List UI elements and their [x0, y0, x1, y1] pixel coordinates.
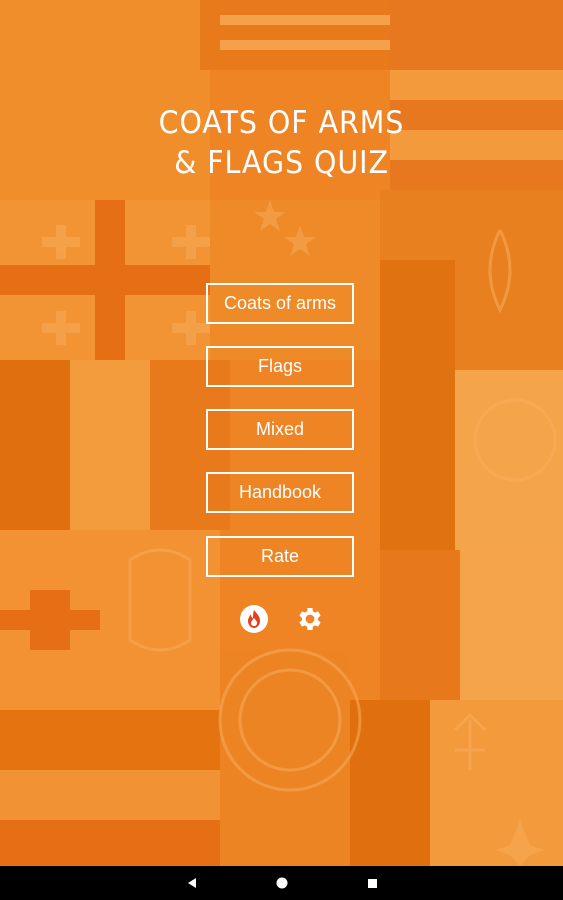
recents-button[interactable] — [352, 866, 392, 900]
settings-button[interactable] — [293, 602, 327, 636]
flame-button[interactable] — [237, 602, 271, 636]
rate-button[interactable]: Rate — [206, 536, 354, 577]
handbook-button[interactable]: Handbook — [206, 472, 354, 513]
home-circle-icon — [276, 877, 288, 889]
gear-icon — [299, 608, 321, 630]
back-button[interactable] — [172, 866, 212, 900]
home-button[interactable] — [262, 866, 302, 900]
coats-of-arms-button[interactable]: Coats of arms — [206, 283, 354, 324]
system-navigation-bar — [0, 866, 563, 900]
app-title-line1: COATS OF ARMS — [158, 105, 405, 141]
back-triangle-icon — [188, 878, 196, 888]
app-title-line2: & FLAGS QUIZ — [174, 145, 389, 181]
flags-button[interactable]: Flags — [206, 346, 354, 387]
recents-square-icon — [367, 878, 377, 888]
mixed-button[interactable]: Mixed — [206, 409, 354, 450]
flame-icon — [240, 605, 268, 633]
